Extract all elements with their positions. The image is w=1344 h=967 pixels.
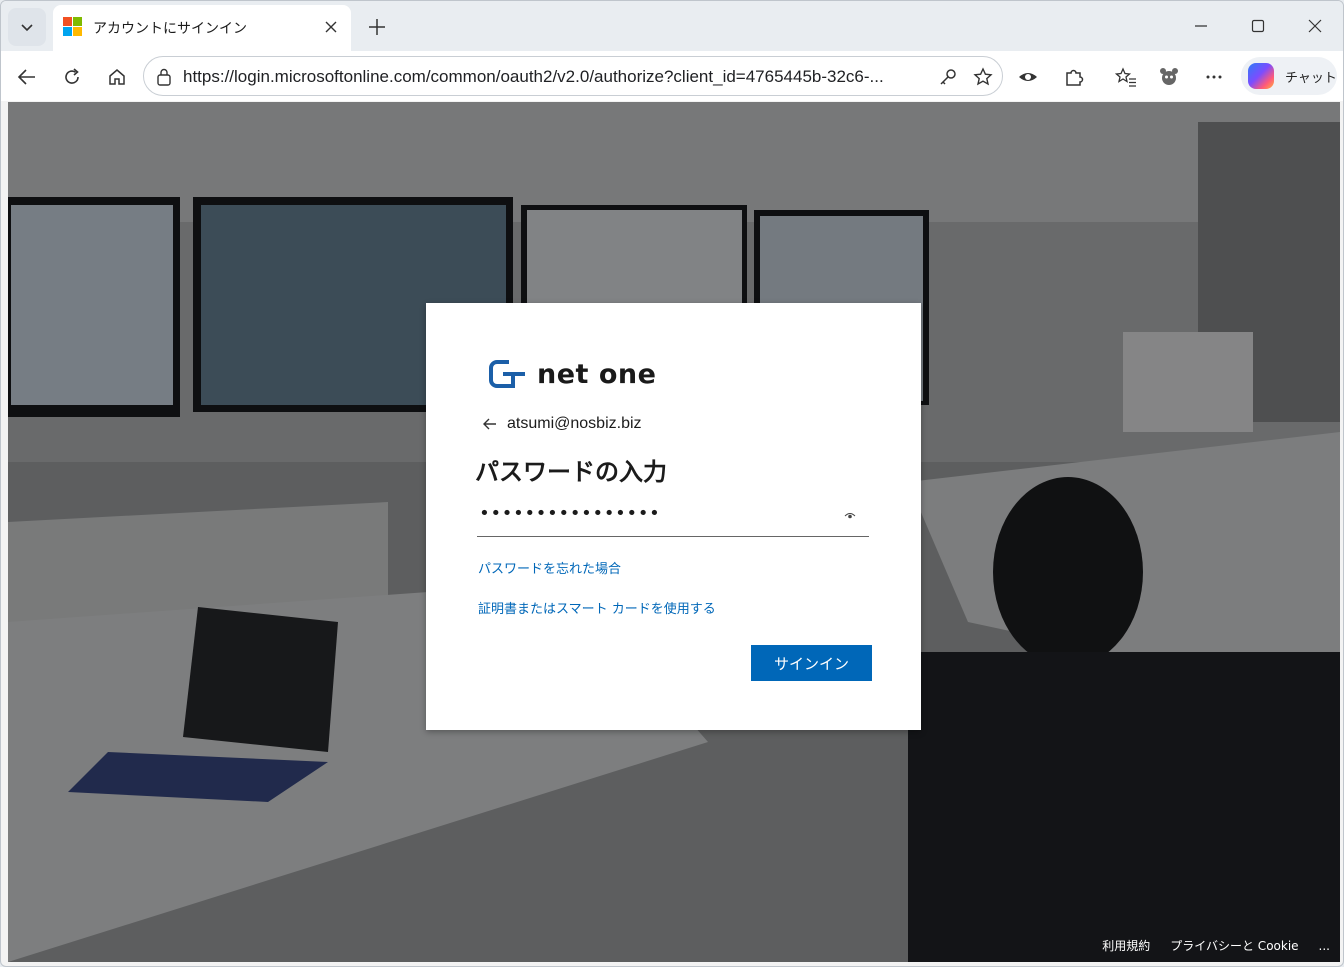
certificate-signin-link[interactable]: 証明書またはスマート カードを使用する: [478, 598, 716, 617]
tab-active[interactable]: アカウントにサインイン: [53, 5, 351, 51]
profile-extension-button[interactable]: [1156, 64, 1182, 90]
home-button[interactable]: [101, 61, 133, 93]
microsoft-logo-icon: [63, 17, 83, 37]
password-key-button[interactable]: [937, 66, 959, 88]
signin-button[interactable]: サインイン: [751, 645, 872, 681]
tracking-prevention-button[interactable]: [1015, 64, 1041, 90]
brand-logo: net one: [489, 356, 656, 392]
chevron-down-icon: [21, 24, 33, 32]
reveal-password-icon[interactable]: [843, 510, 857, 522]
new-tab-button[interactable]: [363, 13, 391, 41]
browser-window: アカウントにサインイン https://login.microsoftonlin…: [0, 0, 1344, 967]
back-arrow-icon[interactable]: [481, 415, 499, 433]
address-bar[interactable]: https://login.microsoftonline.com/common…: [143, 56, 1003, 96]
signin-card: net one atsumi@nosbiz.biz パスワードの入力 •••••…: [426, 303, 921, 730]
copilot-chat-button[interactable]: チャット: [1241, 57, 1337, 95]
footer-more-button[interactable]: ...: [1319, 939, 1330, 953]
favorite-star-button[interactable]: [972, 66, 994, 88]
refresh-button[interactable]: [56, 61, 88, 93]
more-horizontal-icon: [1206, 75, 1222, 79]
close-icon: [1308, 19, 1322, 33]
maximize-icon: [1251, 19, 1265, 33]
favorites-list-icon: [1115, 67, 1136, 87]
site-info-button[interactable]: [154, 67, 174, 87]
favorites-button[interactable]: [1113, 64, 1139, 90]
password-mask: ••••••••••••••••: [479, 503, 661, 524]
close-icon: [325, 21, 337, 33]
net-one-logo-icon: [489, 360, 525, 388]
more-menu-button[interactable]: [1201, 64, 1227, 90]
privacy-link[interactable]: プライバシーと Cookie: [1170, 937, 1298, 954]
terms-link[interactable]: 利用規約: [1102, 937, 1150, 954]
browser-toolbar: https://login.microsoftonline.com/common…: [1, 51, 1343, 101]
identity-email: atsumi@nosbiz.biz: [507, 415, 642, 432]
minimize-icon: [1195, 25, 1207, 27]
extensions-button[interactable]: [1061, 64, 1087, 90]
minimize-button[interactable]: [1181, 11, 1221, 41]
close-window-button[interactable]: [1295, 11, 1335, 41]
star-icon: [973, 67, 993, 86]
tab-strip: アカウントにサインイン: [1, 1, 1343, 51]
key-icon: [940, 69, 956, 85]
forgot-password-link[interactable]: パスワードを忘れた場合: [478, 558, 621, 577]
page-title: パスワードの入力: [475, 458, 667, 486]
copilot-icon: [1248, 63, 1274, 89]
tab-actions-button[interactable]: [8, 8, 46, 46]
eye-shield-icon: [1019, 73, 1037, 81]
home-icon: [109, 69, 125, 85]
maximize-button[interactable]: [1238, 11, 1278, 41]
identity-banner[interactable]: atsumi@nosbiz.biz: [481, 415, 642, 433]
tab-title: アカウントにサインイン: [93, 21, 247, 37]
arrow-left-icon: [17, 69, 35, 85]
page-viewport: net one atsumi@nosbiz.biz パスワードの入力 •••••…: [8, 102, 1340, 962]
puzzle-icon: [1066, 69, 1084, 86]
lock-icon: [157, 68, 171, 86]
back-button[interactable]: [11, 61, 43, 93]
mascot-icon: [1160, 68, 1178, 85]
brand-name: net one: [537, 358, 657, 390]
copilot-label: チャット: [1285, 71, 1337, 86]
page-footer: 利用規約 プライバシーと Cookie ...: [1102, 937, 1330, 954]
password-input[interactable]: ••••••••••••••••: [477, 501, 869, 537]
refresh-icon: [65, 68, 79, 84]
tab-close-button[interactable]: [321, 17, 341, 37]
plus-icon: [369, 19, 385, 35]
url-text: https://login.microsoftonline.com/common…: [183, 67, 884, 86]
